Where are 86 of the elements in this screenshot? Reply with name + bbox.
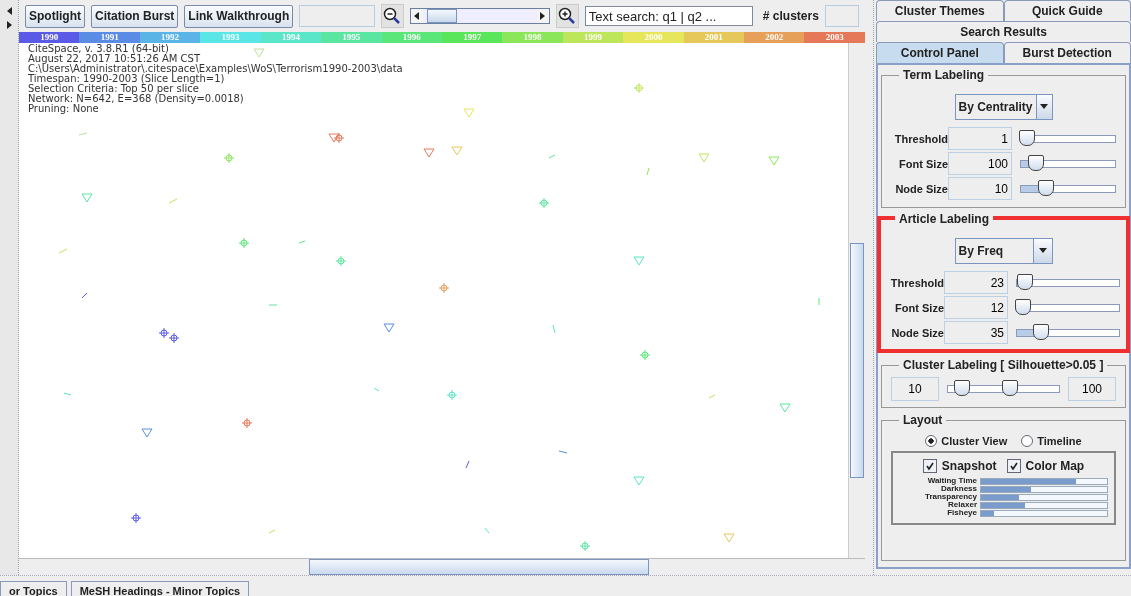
vertical-scrollbar[interactable] (848, 43, 865, 558)
year-label: 2002 (744, 32, 805, 43)
section-title: Term Labeling (899, 68, 989, 82)
network-info-line: Timespan: 1990-2003 (Slice Length=1) (28, 74, 225, 84)
value-field[interactable]: 23 (944, 271, 1008, 294)
year-label: 2000 (623, 32, 684, 43)
field-label: Node Size (890, 326, 944, 339)
zoom-slider[interactable] (409, 8, 550, 24)
slider-thumb[interactable] (1033, 323, 1050, 340)
zoom-out-icon[interactable] (381, 4, 404, 28)
year-label: 1990 (19, 32, 80, 43)
toolbar-button[interactable]: Spotlight (25, 4, 85, 28)
horizontal-scrollbar[interactable] (19, 558, 865, 575)
year-label: 2001 (683, 32, 745, 43)
network-info-line: C:\Users\Administrator\.citespace\Examples\WoS\Terrorism1990-2003\data (28, 64, 403, 74)
panel-tab[interactable]: Quick Guide (1003, 0, 1131, 21)
left-arrow-icon[interactable] (5, 6, 13, 16)
mini-slider[interactable] (980, 509, 1108, 517)
field-label: Threshold (893, 132, 948, 145)
option-checkbox[interactable]: Snapshot (922, 459, 997, 473)
value-field[interactable]: 100 (948, 152, 1012, 175)
zoom-in-icon[interactable] (555, 4, 579, 28)
slider-label: Waiting Time (926, 477, 977, 485)
section-title: Layout (899, 413, 947, 427)
year-label: 1996 (381, 32, 442, 43)
slider-label: Darkness (940, 485, 977, 493)
slider-thumb[interactable] (1015, 298, 1031, 315)
section-title: Cluster Labeling [ Silhouette>0.05 ] (899, 358, 1108, 372)
field-label: Threshold (889, 276, 944, 289)
slider-thumb[interactable] (954, 379, 971, 396)
year-label: 1999 (562, 32, 624, 43)
slider-thumb[interactable] (1002, 379, 1019, 396)
max-value-field[interactable]: 100 (1068, 376, 1116, 401)
value-field[interactable]: 1 (948, 127, 1012, 150)
panel-tab[interactable]: Control Panel (876, 42, 1004, 63)
method-dropdown[interactable]: By Centrality (954, 94, 1053, 120)
field-label: Font Size (898, 157, 948, 170)
value-field[interactable]: 12 (944, 296, 1008, 319)
panel-tab[interactable]: Cluster Themes (876, 0, 1004, 21)
value-field[interactable]: 10 (948, 177, 1012, 200)
year-label: 1993 (200, 32, 261, 43)
slider-thumb[interactable] (1019, 129, 1035, 146)
blank-field[interactable] (299, 5, 375, 27)
slider-label: Transparency (923, 493, 977, 501)
toolbar-button[interactable]: Link Walkthrough (184, 4, 294, 28)
slider-thumb[interactable] (1017, 273, 1034, 290)
slider-label: Fisheye (946, 509, 977, 517)
mini-slider[interactable] (980, 493, 1108, 501)
clusters-field[interactable] (824, 5, 859, 27)
network-info-line: Selection Criteria: Top 50 per slice (28, 84, 199, 94)
method-dropdown[interactable]: By Freq (954, 238, 1053, 264)
slider-thumb[interactable] (1028, 154, 1045, 171)
year-label: 1991 (79, 32, 140, 43)
network-info-line: CiteSpace, v. 3.8.R1 (64-bit) (28, 44, 169, 54)
mini-slider[interactable] (980, 485, 1108, 493)
checkbox-icon[interactable] (922, 459, 937, 473)
slider-thumb[interactable] (1037, 179, 1054, 196)
slider-label: Relaxer (947, 501, 977, 509)
clusters-label: # clusters (762, 9, 819, 23)
right-arrow-icon[interactable] (539, 11, 547, 21)
text-search-field[interactable]: Text search: q1 | q2 ... (584, 6, 753, 26)
mini-slider[interactable] (980, 477, 1108, 485)
panel-tab[interactable]: Burst Detection (1003, 42, 1131, 63)
year-label: 1992 (139, 32, 201, 43)
mini-slider[interactable] (980, 501, 1108, 509)
year-label: 2003 (804, 32, 865, 43)
year-label: 1994 (260, 32, 322, 43)
view-radio[interactable]: Cluster View (925, 435, 1008, 447)
year-label: 1998 (502, 32, 563, 43)
section-title: Article Labeling (895, 212, 994, 226)
year-label: 1995 (321, 32, 382, 43)
panel-tab[interactable]: Search Results (876, 21, 1131, 42)
toolbar-button[interactable]: Citation Burst (91, 4, 179, 28)
field-label: Node Size (894, 182, 948, 195)
view-radio[interactable]: Timeline (1021, 435, 1082, 447)
value-field[interactable]: 35 (944, 321, 1008, 344)
checkbox-icon[interactable] (1006, 459, 1021, 473)
min-value-field[interactable]: 10 (891, 376, 939, 401)
field-label: Font Size (894, 301, 944, 314)
network-info-line: Pruning: None (28, 104, 99, 114)
left-arrow-icon[interactable] (413, 11, 421, 21)
year-label: 1997 (441, 32, 503, 43)
option-checkbox[interactable]: Color Map (1006, 459, 1085, 473)
network-info-line: August 22, 2017 10:51:26 AM CST (28, 54, 201, 64)
right-arrow-icon[interactable] (5, 20, 13, 30)
network-info-line: Network: N=642, E=368 (Density=0.0018) (28, 94, 244, 104)
